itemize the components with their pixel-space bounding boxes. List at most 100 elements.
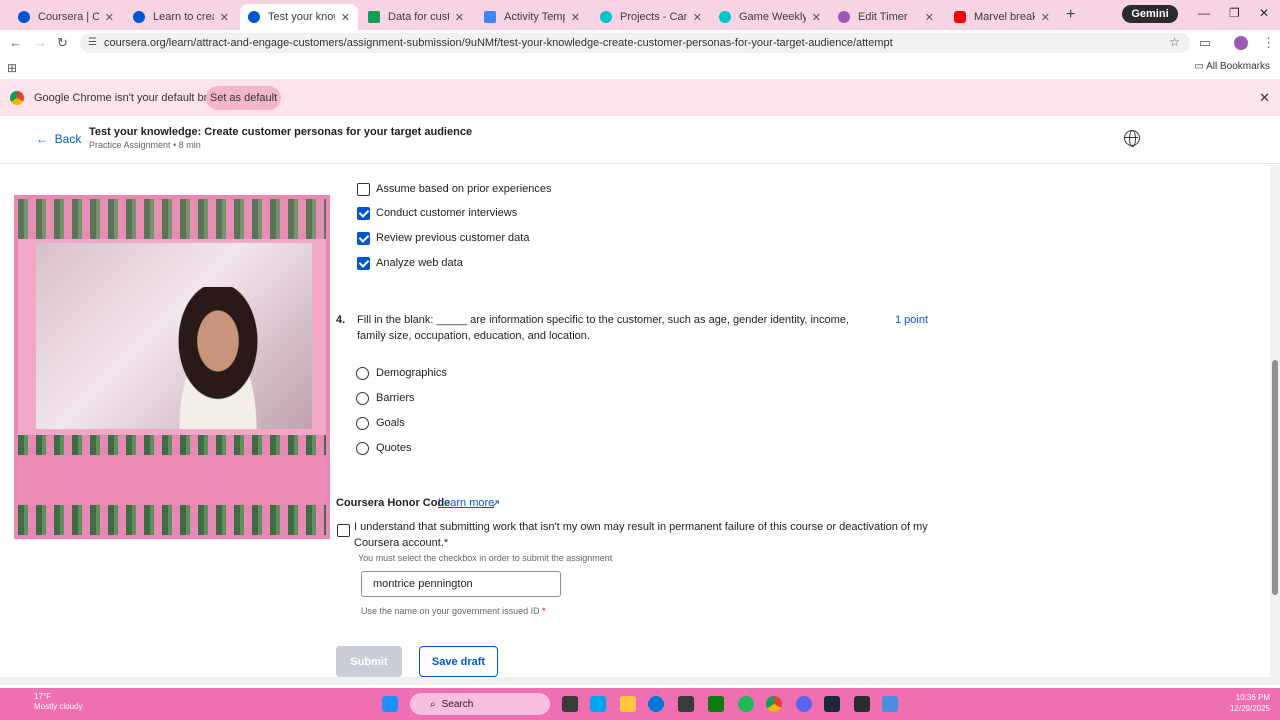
close-icon[interactable]: ✕ <box>812 11 821 24</box>
coursera-favicon-icon <box>18 11 30 23</box>
radio-goals[interactable] <box>356 417 369 430</box>
window-close-icon[interactable]: ✕ <box>1259 6 1269 20</box>
close-icon[interactable]: ✕ <box>571 11 580 24</box>
option-label: Review previous customer data <box>376 232 530 244</box>
windows-start-icon[interactable] <box>382 696 398 712</box>
xbox-icon[interactable] <box>708 696 724 712</box>
vertical-scrollbar[interactable] <box>1270 165 1280 685</box>
tab-learn-to-create[interactable]: Learn to create cus ✕ <box>125 4 237 30</box>
file-explorer-icon[interactable] <box>620 696 636 712</box>
chrome-logo-icon <box>10 91 24 105</box>
horizontal-scrollbar[interactable] <box>0 677 1270 685</box>
minimize-icon[interactable]: — <box>1198 6 1210 20</box>
honor-code-checkbox[interactable] <box>337 524 350 537</box>
system-clock[interactable]: 10:36 PM 12/29/2025 <box>1230 692 1270 714</box>
garland-decoration <box>18 435 326 535</box>
honor-code-title: Coursera Honor Code <box>336 497 451 509</box>
garland-decoration <box>18 199 326 239</box>
forward-arrow-icon[interactable]: → <box>34 35 47 50</box>
option-label[interactable]: Demographics <box>376 367 447 379</box>
new-tab-button[interactable]: + <box>1066 6 1075 24</box>
checkbox-assume[interactable] <box>357 183 370 196</box>
restore-icon[interactable]: ❐ <box>1229 6 1240 20</box>
option-label[interactable]: Goals <box>376 417 405 429</box>
tab-label: Marvel break down <box>974 11 1035 23</box>
required-mark: * <box>542 606 546 616</box>
external-link-icon[interactable]: ↗ <box>491 497 500 510</box>
scrollbar-thumb[interactable] <box>1272 360 1278 595</box>
url-text: coursera.org/learn/attract-and-engage-cu… <box>104 37 893 49</box>
address-bar[interactable]: ☰ coursera.org/learn/attract-and-engage-… <box>80 33 1190 53</box>
tab-search-icon[interactable]: ▭ <box>1199 35 1211 51</box>
clock-time: 10:36 PM <box>1235 693 1270 702</box>
back-link[interactable]: ← Back <box>36 132 81 146</box>
reload-icon[interactable]: ↻ <box>57 35 68 51</box>
copilot-icon[interactable] <box>590 696 606 712</box>
close-icon[interactable]: ✕ <box>693 11 702 24</box>
tab-data-for-customer[interactable]: Data for customer p ✕ <box>360 4 472 30</box>
back-arrow-icon[interactable]: ← <box>9 35 22 50</box>
radio-quotes[interactable] <box>356 442 369 455</box>
infobar-close-icon[interactable]: ✕ <box>1259 90 1270 106</box>
tab-game-weekly[interactable]: Game Weekly Sche ✕ <box>711 4 829 30</box>
option-label[interactable]: Barriers <box>376 392 415 404</box>
webcam-feed <box>36 243 312 429</box>
tab-test-your-knowledge[interactable]: Test your knowledg ✕ <box>240 4 358 30</box>
close-icon[interactable]: ✕ <box>341 11 350 24</box>
legal-name-input[interactable]: montrice pennington <box>361 571 561 597</box>
chrome-taskbar-icon[interactable] <box>766 696 782 712</box>
apps-grid-icon[interactable]: ⊞ <box>7 61 17 75</box>
bookmark-star-icon[interactable]: ☆ <box>1169 35 1180 49</box>
edge-icon[interactable] <box>648 696 664 712</box>
tab-projects-canva[interactable]: Projects - Canva ✕ <box>592 4 710 30</box>
checkbox-customer-data[interactable] <box>357 232 370 245</box>
option-label: Analyze web data <box>376 257 463 269</box>
close-icon[interactable]: ✕ <box>455 11 464 24</box>
weather-widget[interactable]: 17°F Mostly cloudy <box>34 692 82 712</box>
radio-demographics[interactable] <box>356 367 369 380</box>
coursera-favicon-icon <box>248 11 260 23</box>
site-info-icon[interactable]: ☰ <box>88 37 97 48</box>
task-view-icon[interactable] <box>562 696 578 712</box>
set-as-default-button[interactable]: Set as default <box>206 86 281 110</box>
close-icon[interactable]: ✕ <box>925 11 934 24</box>
store-icon[interactable] <box>678 696 694 712</box>
assignment-content: Assume based on prior experiences Conduc… <box>0 165 1270 685</box>
tab-edit-timer[interactable]: Edit Timer ✕ <box>830 4 942 30</box>
tab-label: Game Weekly Sche <box>739 11 806 23</box>
save-draft-button[interactable]: Save draft <box>419 646 498 677</box>
webcam-overlay <box>14 195 330 539</box>
tab-label: Test your knowledg <box>268 11 335 23</box>
tab-marvel-break-down[interactable]: Marvel break down ✕ <box>946 4 1058 30</box>
taskbar-search[interactable]: ⌕ Search <box>410 693 550 715</box>
gemini-button[interactable]: Gemini <box>1122 5 1178 23</box>
radio-barriers[interactable] <box>356 392 369 405</box>
submit-button[interactable]: Submit <box>336 646 402 677</box>
close-icon[interactable]: ✕ <box>1041 11 1050 24</box>
language-globe-icon[interactable] <box>1124 130 1140 147</box>
spotify-icon[interactable] <box>738 696 754 712</box>
profile-avatar[interactable] <box>1234 36 1248 50</box>
page-title: Test your knowledge: Create customer per… <box>89 126 473 138</box>
option-label[interactable]: Quotes <box>376 442 411 454</box>
menu-kebab-icon[interactable]: ⋮ <box>1262 35 1275 51</box>
tab-coursera-online[interactable]: Coursera | Online C ✕ <box>10 4 122 30</box>
app-icon[interactable] <box>882 696 898 712</box>
learn-more-link[interactable]: Learn more <box>438 497 494 509</box>
weather-temp: 17°F <box>34 692 51 701</box>
close-icon[interactable]: ✕ <box>220 11 229 24</box>
tab-label: Data for customer p <box>388 11 449 23</box>
discord-icon[interactable] <box>796 696 812 712</box>
steam-icon[interactable] <box>824 696 840 712</box>
all-bookmarks-button[interactable]: ▭ All Bookmarks <box>1194 61 1270 72</box>
canva-favicon-icon <box>600 11 612 23</box>
tab-label: Edit Timer <box>858 11 908 23</box>
checkbox-interviews[interactable] <box>357 207 370 220</box>
checkbox-web-data[interactable] <box>357 257 370 270</box>
all-bookmarks-label: All Bookmarks <box>1206 61 1270 72</box>
obs-icon[interactable] <box>854 696 870 712</box>
tab-activity-template[interactable]: Activity Template: C ✕ <box>476 4 588 30</box>
search-placeholder: Search <box>441 698 474 710</box>
close-icon[interactable]: ✕ <box>105 11 114 24</box>
bookmarks-bar: ⊞ ▭ All Bookmarks <box>0 55 1280 79</box>
